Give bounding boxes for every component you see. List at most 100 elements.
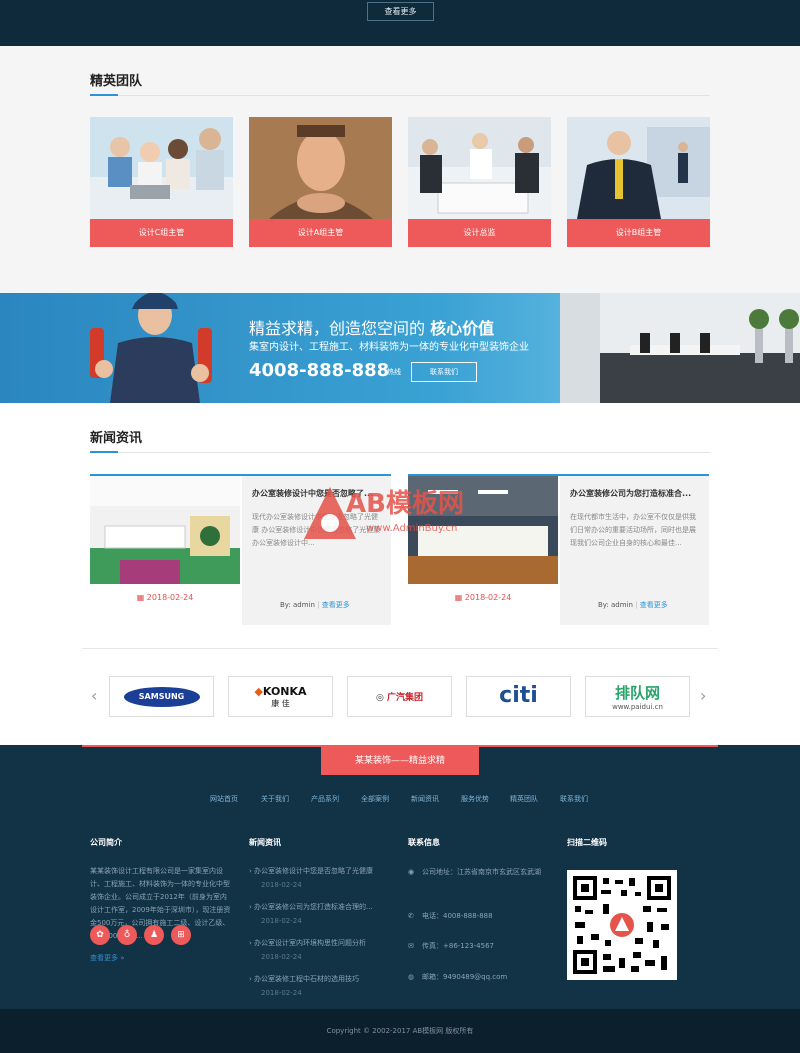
news-item-more-link[interactable]: 查看更多 xyxy=(640,601,668,609)
footer-news-link[interactable]: 办公室装修公司为您打造标准合理的... xyxy=(254,903,373,911)
team-section: 精英团队 设计C组主管 设计A组主管 设计总监 设计B组主管 xyxy=(0,46,800,293)
footer: 某某装饰——精益求精 网站首页 关于我们 产品系列 全部案例 新闻资讯 服务优势… xyxy=(0,745,800,1009)
chevron-left-icon[interactable]: ‹ xyxy=(91,686,97,705)
footer-news-item[interactable]: › 办公室装修公司为您打造标准合理的... xyxy=(249,902,373,912)
footer-news-item[interactable]: › 办公室设计室内环境构思性问题分析 xyxy=(249,938,366,948)
news-item-meta: By: admin | 查看更多 xyxy=(280,600,350,610)
banner-phone-suffix: 热线 xyxy=(387,368,401,376)
office-interior-image xyxy=(560,293,800,403)
team-card[interactable]: 设计A组主管 xyxy=(249,117,392,247)
footer-news-link[interactable]: 办公室装修设计中您是否忽略了光健康 xyxy=(254,867,373,875)
cart-icon[interactable]: ⊞ xyxy=(171,925,191,945)
partner-logo[interactable]: citi xyxy=(466,676,571,717)
footer-qr-title: 扫描二维码 xyxy=(567,838,607,847)
footer-news-link[interactable]: 办公室设计室内环境构思性问题分析 xyxy=(254,939,366,947)
footer-news-link[interactable]: 办公室装修工程中石材的选用技巧 xyxy=(254,975,359,983)
footer-nav-about[interactable]: 关于我们 xyxy=(261,794,289,804)
partner-logo[interactable]: 排队网 www.paidui.cn xyxy=(585,676,690,717)
footer-address: 公司地址：江苏省南京市玄武区玄武湖 xyxy=(422,868,541,876)
globe-icon: ◍ xyxy=(408,973,415,981)
view-more-button[interactable]: 查看更多 xyxy=(367,2,434,21)
calendar-icon: ▦ xyxy=(136,593,147,602)
watermark-brand: AB模板网 xyxy=(346,489,464,519)
phone-icon: ✆ xyxy=(408,912,414,920)
footer-about-text: 某某装饰设计工程有限公司是一家集室内设计、工程施工、材料装饰为一体的专业化中型装… xyxy=(90,867,231,940)
news-accent xyxy=(90,451,118,453)
news-item-date: ▦ 2018-02-24 xyxy=(90,593,240,602)
weibo-icon[interactable]: ✿ xyxy=(90,925,110,945)
copyright: Copyright © 2002-2017 AB模板网 版权所有 xyxy=(0,1009,800,1053)
news-item-date: ▦ 2018-02-24 xyxy=(408,593,558,602)
partner-sub: www.paidui.cn xyxy=(612,703,663,711)
qq-icon[interactable]: ♟ xyxy=(144,925,164,945)
chevron-right-icon[interactable]: › xyxy=(700,686,706,705)
banner-headline: 精益求精，创造您空间的 核心价值 xyxy=(249,315,494,339)
partner-logo[interactable]: ◆KONKA 康 佳 xyxy=(228,676,333,717)
footer-nav-services[interactable]: 服务优势 xyxy=(461,794,489,804)
partner-logo[interactable]: ◎ 广汽集团 xyxy=(347,676,452,717)
partner-name: ◆KONKA xyxy=(229,685,332,698)
pin-icon[interactable]: ♁ xyxy=(117,925,137,945)
footer-nav-cases[interactable]: 全部案例 xyxy=(361,794,389,804)
footer-news-item[interactable]: › 办公室装修工程中石材的选用技巧 xyxy=(249,974,359,984)
news-item-meta: By: admin | 查看更多 xyxy=(598,600,668,610)
banner-headline-pre: 精益求精，创造您空间的 xyxy=(249,319,426,338)
footer-news-item[interactable]: › 办公室装修设计中您是否忽略了光健康 xyxy=(249,866,373,876)
team-caption: 设计B组主管 xyxy=(567,219,710,247)
team-photo xyxy=(90,117,233,219)
footer-news-date: 2018-02-24 xyxy=(261,953,302,961)
news-item-title[interactable]: 办公室装修公司为您打造标准合... xyxy=(570,488,702,499)
team-caption: 设计C组主管 xyxy=(90,219,233,247)
footer-nav-products[interactable]: 产品系列 xyxy=(311,794,339,804)
footer-phone: 电话：4008-888-888 xyxy=(422,912,493,920)
team-caption: 设计总监 xyxy=(408,219,551,247)
promo-banner: 精益求精，创造您空间的 核心价值 集室内设计、工程施工、材料装饰为一体的专业化中… xyxy=(0,293,800,403)
footer-nav-team[interactable]: 精英团队 xyxy=(510,794,538,804)
banner-subline: 集室内设计、工程施工、材料装饰为一体的专业化中型装饰企业 xyxy=(249,342,529,353)
partner-name: ◎ 广汽集团 xyxy=(348,690,451,703)
team-photo xyxy=(408,117,551,219)
team-divider xyxy=(90,95,710,96)
footer-nav-news[interactable]: 新闻资讯 xyxy=(411,794,439,804)
footer-news-title: 新闻资讯 xyxy=(249,838,281,847)
fax-icon: ✉ xyxy=(408,942,414,950)
watermark-url: www.AdminBuy.cn xyxy=(366,523,458,534)
worker-illustration xyxy=(90,293,212,403)
footer-tagline: 某某装饰——精益求精 xyxy=(321,747,479,775)
news-image xyxy=(90,476,240,584)
gac-emblem-icon: ◎ xyxy=(375,693,387,703)
partner-sub: 康 佳 xyxy=(271,699,290,708)
banner-phone: 4008-888-888 xyxy=(249,360,390,381)
news-item-author: By: admin xyxy=(280,601,315,609)
news-item-author: By: admin xyxy=(598,601,633,609)
team-accent xyxy=(90,94,118,96)
partner-logo[interactable]: SAMSUNG xyxy=(109,676,214,717)
footer-contact-title: 联系信息 xyxy=(408,838,440,847)
partners-divider xyxy=(82,648,718,649)
top-band: 查看更多 xyxy=(0,0,800,46)
footer-nav-contact[interactable]: 联系我们 xyxy=(560,794,588,804)
footer-nav-home[interactable]: 网站首页 xyxy=(210,794,238,804)
news-item-more-link[interactable]: 查看更多 xyxy=(322,601,350,609)
team-card[interactable]: 设计B组主管 xyxy=(567,117,710,247)
partner-name: citi xyxy=(499,683,538,708)
news-divider xyxy=(90,452,710,453)
team-caption: 设计A组主管 xyxy=(249,219,392,247)
news-body: 办公室装修公司为您打造标准合... 在现代都市生活中，办公室不仅仅是供我们日常办… xyxy=(560,476,709,625)
partner-name: 排队网 xyxy=(614,684,660,702)
footer-about-more[interactable]: 查看更多 » xyxy=(90,952,125,965)
news-item-desc: 在现代都市生活中，办公室不仅仅是供我们日常办公的重要活动场所，同时也是展现我们公… xyxy=(570,513,696,547)
partner-name: SAMSUNG xyxy=(123,687,200,707)
footer-about-title: 公司简介 xyxy=(90,838,122,847)
team-photo xyxy=(567,117,710,219)
partner-name-text: KONKA xyxy=(262,685,307,698)
footer-news-date: 2018-02-24 xyxy=(261,917,302,925)
qr-code-image xyxy=(567,870,677,980)
footer-fax: 传真：+86-123-4567 xyxy=(422,942,494,950)
contact-us-button[interactable]: 联系我们 xyxy=(411,362,477,382)
news-item-date-text: 2018-02-24 xyxy=(464,593,512,602)
team-card[interactable]: 设计C组主管 xyxy=(90,117,233,247)
calendar-icon: ▦ xyxy=(454,593,465,602)
team-photo xyxy=(249,117,392,219)
team-card[interactable]: 设计总监 xyxy=(408,117,551,247)
